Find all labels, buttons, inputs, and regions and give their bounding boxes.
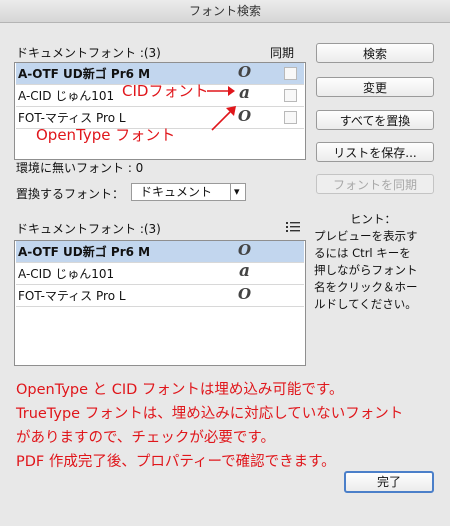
search-button[interactable]: 検索 — [316, 43, 434, 63]
note-line: がありますので、チェックが必要です。 — [16, 430, 275, 446]
font-name: FOT-マティス Pro L — [18, 289, 126, 303]
font-row[interactable]: FOT-マティス Pro L O — [16, 285, 304, 307]
chevron-down-icon: ▾ — [234, 185, 240, 198]
opentype-annotation-label: OpenType フォント — [36, 126, 176, 144]
replace-font-value: ドキュメント — [140, 185, 213, 199]
doc-fonts-header: ドキュメントフォント :(3) — [16, 46, 161, 60]
note-line: OpenType と CID フォントは埋め込み可能です。 — [16, 382, 344, 398]
note-line: PDF 作成完了後、プロパティーで確認できます。 — [16, 454, 336, 470]
arrow-right-icon — [207, 86, 235, 96]
select-divider — [230, 184, 231, 200]
window-title: フォント検索 — [0, 0, 450, 23]
font-row[interactable]: A-OTF UD新ゴ Pr6 M O — [16, 241, 304, 263]
arrow-up-right-icon — [211, 106, 236, 131]
hint-line: プレビューを表示す — [314, 229, 418, 243]
cid-icon: a — [239, 261, 251, 281]
font-preview-list[interactable]: A-OTF UD新ゴ Pr6 M O A-CID じゅん101 a FOT-マテ… — [14, 240, 306, 366]
opentype-icon: O — [238, 285, 252, 303]
save-list-button[interactable]: リストを保存... — [316, 142, 434, 162]
font-name: A-CID じゅん101 — [18, 267, 115, 281]
done-button[interactable]: 完了 — [344, 471, 434, 493]
hint-title: ヒント： — [350, 212, 396, 226]
sync-checkbox[interactable] — [284, 89, 297, 102]
hint-line: ルドしてください。 — [314, 297, 417, 311]
hint-line: 名をクリック＆ホー — [314, 280, 418, 294]
font-row[interactable]: A-CID じゅん101 a — [16, 261, 304, 285]
doc-fonts-preview-header: ドキュメントフォント :(3) — [16, 222, 161, 236]
font-name: A-CID じゅん101 — [18, 89, 115, 103]
hint-line: 押しながらフォント — [314, 263, 418, 277]
sync-checkbox[interactable] — [284, 111, 297, 124]
change-button[interactable]: 変更 — [316, 77, 434, 97]
cid-annotation-label: CIDフォント — [122, 82, 209, 100]
opentype-icon: O — [238, 107, 252, 125]
note-line: TrueType フォントは、埋め込みに対応していないフォント — [16, 406, 404, 422]
replace-all-button[interactable]: すべてを置換 — [316, 110, 434, 130]
doc-font-list[interactable]: A-OTF UD新ゴ Pr6 M O A-CID じゅん101 a FOT-マテ… — [14, 62, 306, 160]
replace-font-select[interactable]: ドキュメント ▾ — [131, 183, 246, 201]
sync-column-header: 同期 — [270, 46, 295, 60]
font-name: A-OTF UD新ゴ Pr6 M — [18, 245, 151, 259]
cid-icon: a — [239, 83, 251, 103]
hint-line: るには Ctrl キーを — [314, 246, 411, 260]
sync-checkbox[interactable] — [284, 67, 297, 80]
list-menu-icon[interactable] — [286, 221, 300, 232]
opentype-icon: O — [238, 241, 252, 259]
sync-fonts-button[interactable]: フォントを同期 — [316, 174, 434, 194]
replace-font-label: 置換するフォント： — [16, 187, 125, 201]
missing-fonts-count: 環境に無いフォント : 0 — [16, 161, 144, 175]
opentype-icon: O — [238, 63, 252, 81]
